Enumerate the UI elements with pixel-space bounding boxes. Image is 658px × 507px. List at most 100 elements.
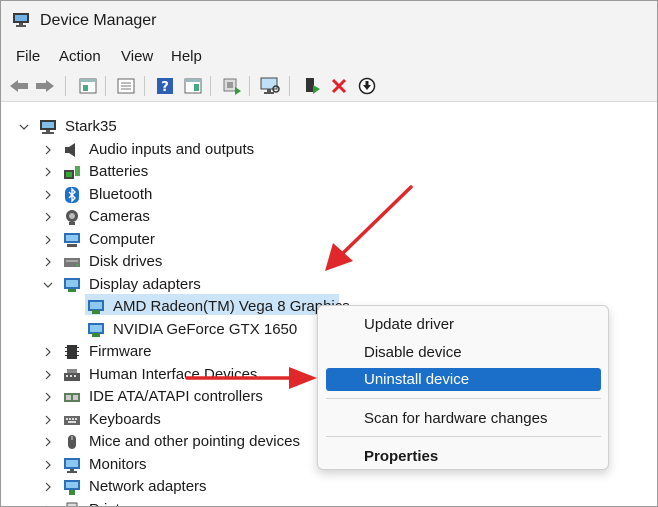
scan-hardware-changes-menu-item[interactable]: Scan for hardware changes [326,407,601,430]
expand-chevron-icon[interactable] [43,437,53,447]
expand-chevron-icon[interactable] [43,460,53,470]
download-driver-icon[interactable] [356,75,378,97]
gpu-device-icon [88,322,104,337]
scan-monitor-icon[interactable] [259,75,281,97]
tree-category[interactable]: Firmware [1,341,321,363]
tree-category-label: Computer [89,230,155,248]
expand-chevron-icon[interactable] [43,235,53,245]
tree-category[interactable]: Monitors [1,454,321,476]
tree-category[interactable]: Audio inputs and outputs [1,139,321,161]
disk-drive-icon [64,258,80,267]
network-adapter-icon [64,480,80,495]
tree-category[interactable]: Disk drives [1,251,321,273]
update-driver-menu-item[interactable]: Update driver [326,313,601,336]
monitor-icon [64,457,80,473]
gpu-device-icon [88,300,104,314]
list-view-icon[interactable] [115,75,137,97]
tree-category[interactable]: Cameras [1,206,321,228]
back-icon[interactable] [8,75,30,97]
display-adapter-icon [64,277,80,292]
uninstall-x-icon[interactable] [328,75,350,97]
toolbar-separator [144,76,145,96]
ide-controller-icon [64,393,80,402]
device-label: AMD Radeon(TM) Vega 8 Graphics [113,298,350,315]
title-bar: Device Manager [1,1,657,41]
tree-category-label: Keyboards [89,410,161,428]
expand-chevron-icon[interactable] [43,347,53,357]
tree-category[interactable]: Keyboards [1,409,321,431]
toolbar-separator [105,76,106,96]
toolbar: ? [1,71,657,102]
amd-graphics-device[interactable]: AMD Radeon(TM) Vega 8 Graphics [1,296,350,318]
expand-chevron-icon[interactable] [43,145,53,155]
tree-category-label: Disk drives [89,253,163,270]
tree-category[interactable]: Computer [1,229,321,251]
device-manager-icon [13,13,29,27]
tree-category[interactable]: IDE ATA/ATAPI controllers [1,386,321,408]
computer-icon [64,232,80,247]
expand-chevron-icon[interactable] [43,167,53,177]
context-menu-separator [326,398,601,399]
bluetooth-icon [65,186,79,203]
battery-icon [64,166,80,179]
hid-icon [64,368,80,381]
tree-category-label: Human Interface Devices [89,365,258,383]
properties-pane-icon[interactable] [77,75,99,97]
svg-text:?: ? [161,80,169,95]
context-menu-separator [326,436,601,437]
tree-category-label: Audio inputs and outputs [89,140,255,158]
tree-category-label: Cameras [89,208,150,225]
tree-category-label: Mice and other pointing devices [89,433,300,450]
tree-category-label: Monitors [89,455,147,473]
printer-icon [66,502,78,506]
tree-category[interactable]: Bluetooth [1,184,321,206]
tree-category[interactable]: Mice and other pointing devices [1,431,321,453]
expand-chevron-icon[interactable] [43,392,53,402]
expand-chevron-icon[interactable] [43,482,53,492]
menu-file[interactable]: File [16,48,40,65]
tree-category[interactable]: Batteries [1,161,321,183]
menu-bar: File Action View Help [1,41,657,71]
menu-action[interactable]: Action [59,48,101,65]
collapse-chevron-icon[interactable] [19,122,29,132]
help-icon[interactable]: ? [154,75,176,97]
tree-root-label: Stark35 [65,118,117,135]
toolbar-separator [65,76,66,96]
expand-chevron-icon[interactable] [43,415,53,425]
toolbar-separator [249,76,250,96]
tree-root[interactable]: Stark35 [1,116,301,138]
tree-category-label: Bluetooth [89,185,153,203]
tree-category-label: Network adapters [89,478,207,495]
tree-category-label: Print queues [89,501,173,507]
expand-chevron-icon[interactable] [43,257,53,267]
menu-view[interactable]: View [121,48,153,65]
speaker-icon [65,142,75,157]
toolbar-separator [289,76,290,96]
tree-category[interactable]: Human Interface Devices [1,364,321,386]
tree-category[interactable]: Display adapters [1,274,321,296]
enable-device-icon[interactable] [301,75,323,97]
tree-category-label: Display adapters [89,275,201,293]
device-manager-window: Device Manager File Action View Help ? S… [0,0,658,507]
disable-device-menu-item[interactable]: Disable device [326,341,601,364]
properties-menu-item[interactable]: Properties [326,445,601,468]
forward-icon[interactable] [34,75,56,97]
camera-icon [66,210,78,225]
tree-category-label: Batteries [89,163,149,180]
collapse-chevron-icon[interactable] [43,280,53,290]
window-title: Device Manager [40,12,157,29]
expand-chevron-icon[interactable] [43,212,53,222]
tree-category[interactable]: Print queues [1,499,321,507]
tree-category[interactable]: Network adapters [1,476,321,498]
keyboard-icon [64,415,80,425]
update-driver-icon[interactable] [221,75,243,97]
menu-help[interactable]: Help [171,48,202,65]
nvidia-graphics-device[interactable]: NVIDIA GeForce GTX 1650 [1,319,341,341]
detail-view-icon[interactable] [182,75,204,97]
expand-chevron-icon[interactable] [43,370,53,380]
expand-chevron-icon[interactable] [43,190,53,200]
tree-category-label: Firmware [89,343,152,360]
uninstall-device-menu-item[interactable]: Uninstall device [326,368,601,391]
firmware-icon [65,345,79,359]
toolbar-separator [210,76,211,96]
